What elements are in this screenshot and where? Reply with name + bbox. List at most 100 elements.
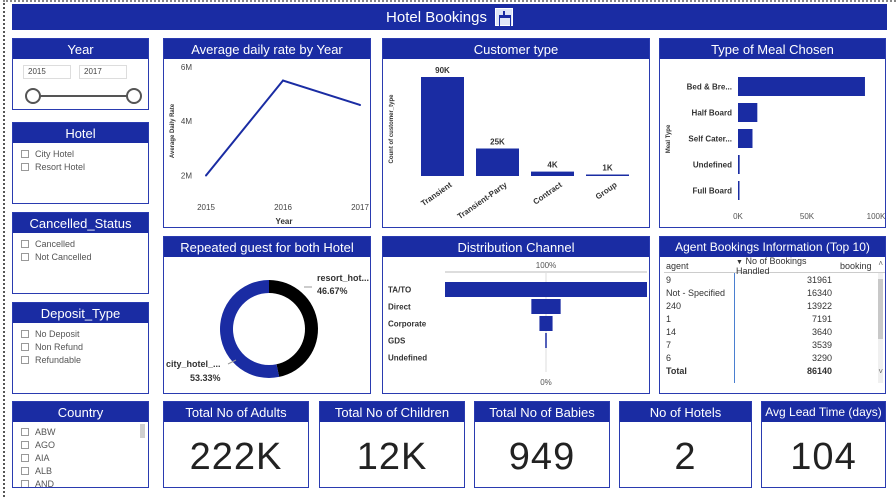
kpi-avg-lead-time: Avg Lead Time (days) 104: [761, 401, 886, 488]
table-row[interactable]: 6 3290: [664, 351, 885, 364]
checkbox[interactable]: [21, 342, 29, 351]
checkbox[interactable]: [21, 355, 29, 364]
country-option[interactable]: AIA: [21, 451, 140, 464]
year-slider-end-handle[interactable]: [126, 88, 142, 104]
bar-data-label: 90K: [435, 66, 450, 75]
bookings-cell: 3640: [811, 326, 832, 337]
agent-bookings-panel: Agent Bookings Information (Top 10) agen…: [659, 236, 886, 394]
scroll-up-icon[interactable]: ˄: [878, 259, 883, 268]
country-scrollbar[interactable]: [140, 424, 145, 438]
distribution-channel-title: Distribution Channel: [383, 237, 649, 257]
hotel-slicer: Hotel City Hotel Resort Hotel: [12, 122, 149, 204]
bookings-cell: 13922: [806, 300, 832, 311]
agent-column-header[interactable]: agent: [664, 261, 734, 271]
sort-desc-icon: ▼: [736, 258, 743, 266]
kpi-value: 104: [790, 436, 857, 478]
country-option[interactable]: AND: [21, 477, 140, 488]
country-slicer-title: Country: [13, 402, 148, 422]
country-option[interactable]: AGO: [21, 438, 140, 451]
y-tick-label: 4M: [181, 117, 192, 126]
agent-cell: 1: [666, 313, 672, 324]
year-start-input[interactable]: 2015: [23, 65, 71, 79]
country-option[interactable]: ABW: [21, 425, 140, 438]
cancelled-slicer-title: Cancelled_Status: [13, 213, 148, 233]
customer-type-title: Customer type: [383, 39, 649, 59]
x-tick-label: 2017: [351, 203, 369, 212]
adr-point: [205, 174, 207, 177]
hotel-option-resort[interactable]: Resort Hotel: [21, 160, 140, 173]
hotel-option-city[interactable]: City Hotel: [21, 147, 140, 160]
hotel-option-label: Resort Hotel: [35, 161, 86, 172]
distribution-channel-panel: Distribution Channel 100% TA/TO Direct Corp…: [382, 236, 650, 394]
bookings-column-label: No of Bookings Handled: [736, 255, 807, 276]
kpi-no-of-hotels: No of Hotels 2: [619, 401, 752, 488]
country-option-label: ALB: [35, 465, 53, 476]
y-axis-label: Count of customer_type: [389, 94, 395, 164]
bookings-cell: 31961: [806, 274, 832, 285]
deposit-option-no-deposit[interactable]: No Deposit: [21, 327, 140, 340]
kpi-value: 12K: [356, 436, 428, 478]
x-tick-label: 2016: [274, 203, 292, 212]
meal-category-label: Full Board: [692, 187, 732, 196]
checkbox[interactable]: [21, 329, 29, 338]
funnel-bar: [445, 282, 647, 297]
agent-table-scroll-thumb[interactable]: [878, 279, 883, 339]
table-row[interactable]: 7 3539: [664, 338, 885, 351]
cancelled-option[interactable]: Cancelled: [21, 237, 140, 250]
y-axis-label: Average Daily Rate: [170, 103, 176, 158]
country-option[interactable]: ALB: [21, 464, 140, 477]
bookings-cell: 3290: [811, 352, 832, 363]
deposit-option-non-refund[interactable]: Non Refund: [21, 340, 140, 353]
bar-data-label: 4K: [547, 161, 557, 170]
agent-cell: 9: [666, 274, 672, 285]
meal-category-label: Bed & Bre...: [687, 83, 732, 92]
dashboard-title: Hotel Bookings: [386, 8, 487, 26]
agent-cell: 14: [666, 326, 677, 337]
bar-data-label: 1K: [602, 164, 612, 173]
deposit-option-refundable[interactable]: Refundable: [21, 353, 140, 366]
meal-category-label: Undefined: [693, 161, 732, 170]
table-row[interactable]: 240 13922: [664, 299, 885, 312]
checkbox[interactable]: [21, 453, 29, 462]
x-tick-label: 50K: [800, 212, 815, 221]
checkbox[interactable]: [21, 466, 29, 475]
adr-line-chart: 2M 4M 6M 2015 2016 2017 Year Average Daily Rate: [170, 63, 369, 226]
booking-column-header[interactable]: booking: [836, 261, 882, 271]
table-row[interactable]: Not - Specified 16340: [664, 286, 885, 299]
scroll-down-icon[interactable]: ˅: [878, 367, 883, 376]
total-value: 86140: [806, 365, 832, 376]
kpi-value: 949: [508, 436, 576, 478]
deposit-type-slicer: Deposit_Type No Deposit Non Refund Refun…: [12, 302, 149, 394]
checkbox[interactable]: [21, 149, 29, 158]
country-option-label: ABW: [35, 426, 56, 437]
checkbox[interactable]: [21, 440, 29, 449]
meal-category-label: Self Cater...: [688, 135, 732, 144]
checkbox[interactable]: [21, 252, 29, 261]
total-label: Total: [666, 365, 687, 376]
table-row[interactable]: 14 3640: [664, 325, 885, 338]
checkbox[interactable]: [21, 427, 29, 436]
hotel-slicer-title: Hotel: [13, 123, 148, 143]
bookings-cell: 16340: [806, 287, 832, 298]
adr-point: [282, 79, 284, 82]
slice-value: 46.67%: [317, 286, 348, 296]
year-end-input[interactable]: 2017: [79, 65, 127, 79]
checkbox[interactable]: [21, 239, 29, 248]
country-option-label: AND: [35, 478, 55, 488]
not-cancelled-option[interactable]: Not Cancelled: [21, 250, 140, 263]
bookings-column-header[interactable]: ▼ No of Bookings Handled: [734, 256, 836, 276]
y-tick-label: 2M: [181, 171, 192, 180]
x-axis-label: Year: [276, 217, 293, 226]
dashboard-title-bar: Hotel Bookings: [12, 4, 887, 30]
checkbox[interactable]: [21, 479, 29, 487]
meal-bar: [738, 77, 865, 96]
table-row[interactable]: 9 31961: [664, 273, 885, 286]
year-slider-track[interactable]: [33, 95, 135, 97]
table-row[interactable]: 1 7191: [664, 312, 885, 325]
funnel-bar: [531, 299, 561, 314]
year-slider-start-handle[interactable]: [25, 88, 41, 104]
repeated-guest-panel: Repeated guest for both Hotel resort_hot…: [163, 236, 371, 394]
checkbox[interactable]: [21, 162, 29, 171]
bar-data-label: 25K: [490, 138, 505, 147]
repeated-guest-title: Repeated guest for both Hotel: [164, 237, 370, 257]
